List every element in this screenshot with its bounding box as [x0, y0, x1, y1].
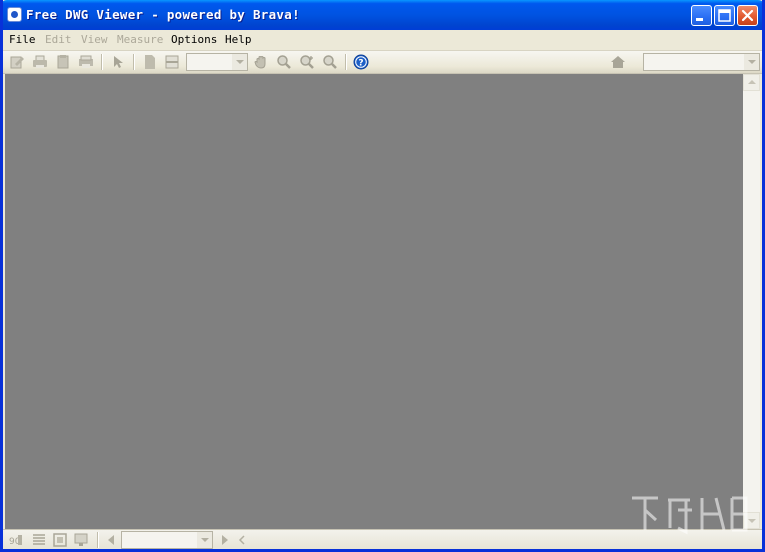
prev-icon[interactable]	[234, 532, 250, 548]
minimize-button[interactable]	[691, 5, 712, 26]
page-layout-icon[interactable]	[164, 54, 180, 70]
toolbar: ?	[3, 51, 762, 74]
zoom-realtime-icon[interactable]	[299, 54, 315, 70]
menu-help[interactable]: Help	[225, 33, 252, 46]
chevron-down-icon[interactable]	[744, 54, 759, 70]
scroll-down-button[interactable]	[743, 512, 760, 529]
thumbnail-icon[interactable]	[52, 532, 68, 548]
chevron-down-icon[interactable]	[232, 54, 247, 70]
copy-icon[interactable]	[55, 54, 71, 70]
home-icon[interactable]	[610, 54, 626, 70]
zoom-window-icon[interactable]	[276, 54, 292, 70]
maximize-button[interactable]	[714, 5, 735, 26]
close-icon	[741, 9, 754, 22]
print-preview-icon[interactable]	[78, 54, 94, 70]
zoom-combo[interactable]	[186, 53, 248, 71]
view-combo[interactable]	[643, 53, 760, 71]
app-icon[interactable]	[7, 7, 22, 22]
help-icon[interactable]: ?	[353, 54, 369, 70]
close-button[interactable]	[737, 5, 758, 26]
toolbar-separator	[97, 532, 99, 548]
bottom-toolbar: 90	[3, 529, 762, 549]
toolbar-separator	[133, 54, 135, 70]
window-title: Free DWG Viewer - powered by Brava!	[26, 7, 300, 22]
layers-icon[interactable]: 90	[8, 532, 24, 548]
scroll-up-button[interactable]	[743, 74, 760, 91]
menu-measure[interactable]: Measure	[117, 33, 163, 46]
vertical-scrollbar[interactable]	[743, 74, 760, 529]
list-icon[interactable]	[31, 532, 47, 548]
maximize-icon	[718, 9, 731, 22]
menu-view[interactable]: View	[81, 33, 108, 46]
next-page-icon[interactable]	[217, 532, 233, 548]
menu-options[interactable]: Options	[171, 33, 217, 46]
print-icon[interactable]	[32, 54, 48, 70]
page-combo[interactable]	[121, 531, 213, 549]
markup-icon[interactable]	[9, 54, 25, 70]
minimize-icon	[696, 18, 703, 21]
monitor-icon[interactable]	[73, 532, 89, 548]
select-pointer-icon[interactable]	[110, 54, 126, 70]
menu-file[interactable]: File	[9, 33, 36, 46]
menu-edit[interactable]: Edit	[45, 33, 72, 46]
pan-hand-icon[interactable]	[253, 54, 269, 70]
zoom-fit-icon[interactable]	[322, 54, 338, 70]
title-bar[interactable]: Free DWG Viewer - powered by Brava!	[3, 0, 762, 30]
toolbar-separator	[101, 54, 103, 70]
svg-text:?: ?	[358, 59, 363, 69]
chevron-down-icon[interactable]	[197, 532, 212, 548]
app-window: Free DWG Viewer - powered by Brava! File…	[0, 0, 765, 552]
drawing-canvas[interactable]	[5, 74, 743, 529]
toolbar-separator	[345, 54, 347, 70]
page-icon[interactable]	[142, 54, 158, 70]
prev-page-icon[interactable]	[103, 532, 119, 548]
menu-bar: File Edit View Measure Options Help	[3, 30, 762, 51]
